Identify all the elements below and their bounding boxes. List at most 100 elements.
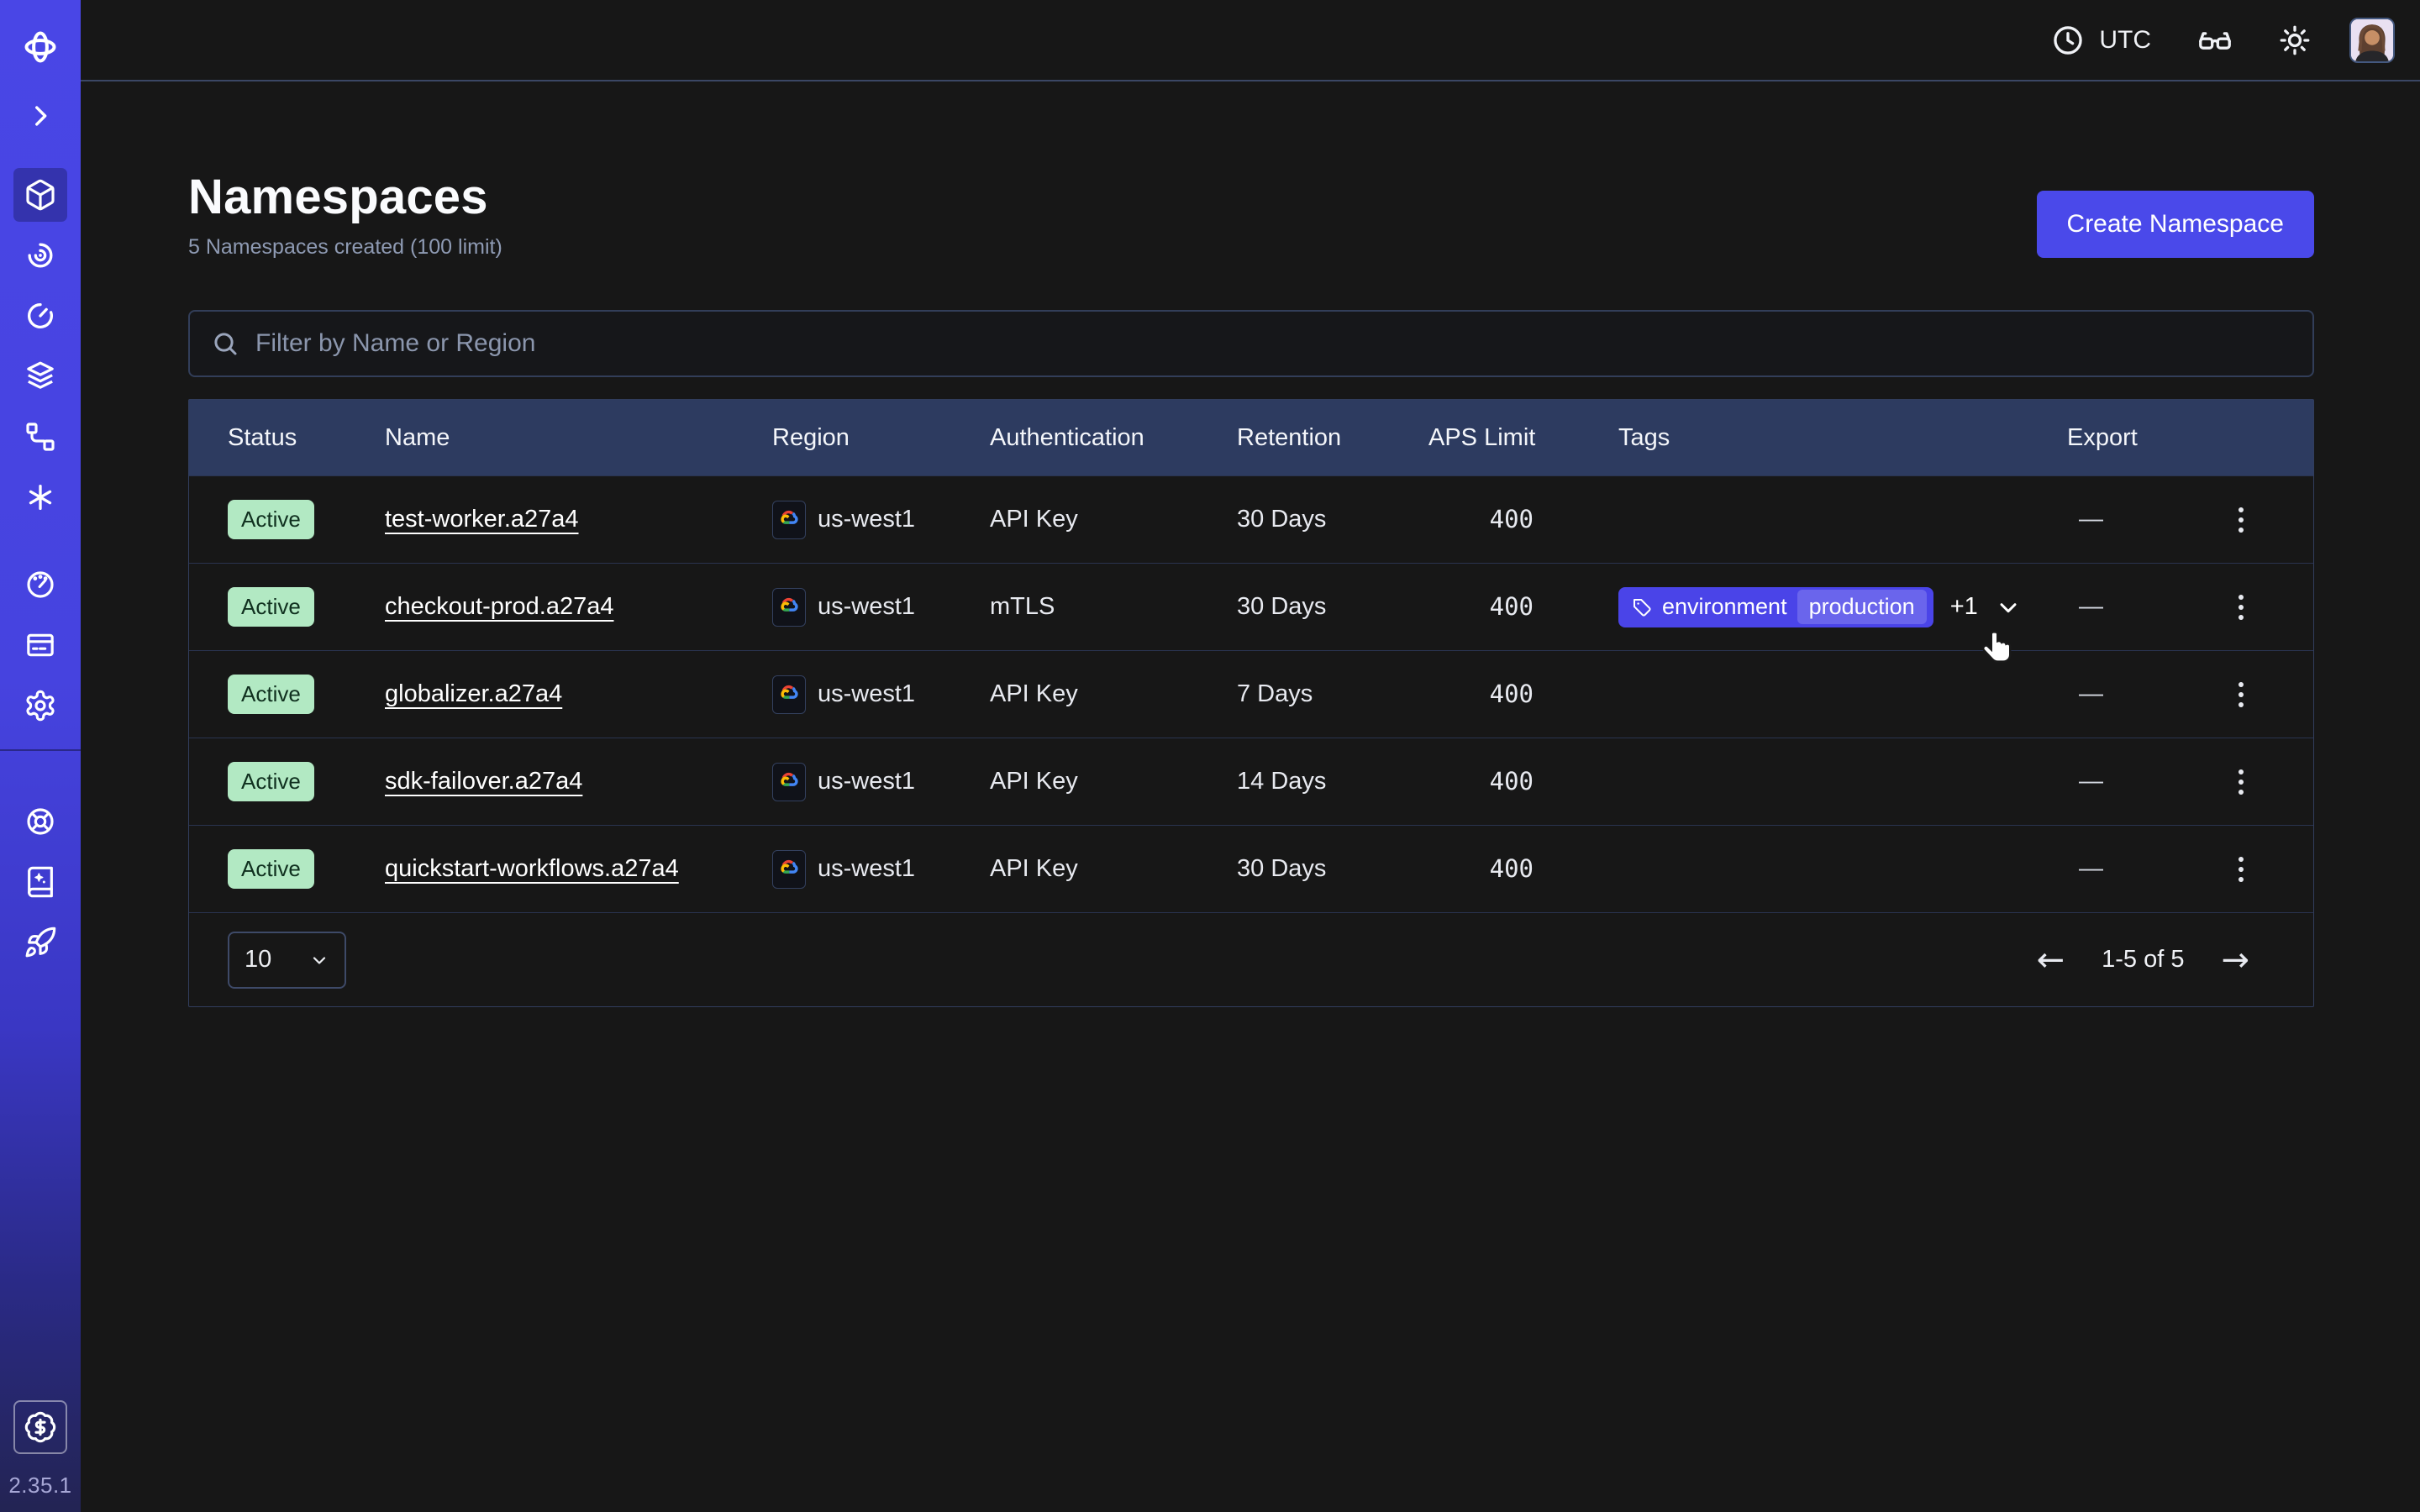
sidebar-bottom: 2.35.1 [8, 1400, 71, 1512]
aps-limit-value: 400 [1428, 592, 1534, 621]
export-value: — [2067, 680, 2103, 707]
aps-limit-value: 400 [1428, 505, 1534, 533]
google-cloud-icon [772, 763, 806, 801]
sidebar-item-settings[interactable] [13, 679, 67, 732]
row-menu-button[interactable] [2223, 671, 2260, 718]
table-row: Active sdk-failover.a27a4 us-west1 API K… [189, 738, 2313, 825]
row-menu-button[interactable] [2223, 496, 2260, 543]
region-label: us-west1 [818, 855, 915, 883]
region-label: us-west1 [818, 680, 915, 708]
search-icon [210, 328, 240, 359]
sidebar-item-nexus[interactable] [13, 410, 67, 464]
sidebar-item-support[interactable] [13, 795, 67, 848]
sun-icon [2277, 23, 2312, 58]
timezone-selector[interactable]: UTC [2050, 23, 2151, 58]
region-label: us-west1 [818, 593, 915, 621]
search-input[interactable] [255, 329, 2292, 358]
cube-icon [24, 178, 57, 212]
row-menu-button[interactable] [2223, 584, 2260, 631]
sidebar-item-workflows[interactable] [13, 228, 67, 282]
pagination-range: 1-5 of 5 [2102, 946, 2184, 974]
timer-icon [24, 299, 57, 333]
timezone-label: UTC [2099, 26, 2151, 55]
tag-chip[interactable]: environment production [1618, 587, 1933, 627]
table-row: Active test-worker.a27a4 us-west1 API Ke… [189, 475, 2313, 563]
previous-page-button[interactable]: ← [2037, 943, 2065, 977]
labs-toggle-button[interactable] [2196, 22, 2233, 59]
chevron-down-icon [1995, 594, 2022, 621]
namespace-link[interactable]: quickstart-workflows.a27a4 [385, 855, 679, 882]
namespace-link[interactable]: checkout-prod.a27a4 [385, 593, 613, 620]
auth-method: API Key [990, 855, 1237, 883]
tag-icon [1632, 597, 1652, 617]
aps-limit-value: 400 [1428, 767, 1534, 795]
gauge-icon [24, 568, 57, 601]
sidebar-nav [13, 168, 67, 732]
table-row: Active checkout-prod.a27a4 us-west1 mTLS… [189, 563, 2313, 650]
column-header-aps-limit: APS Limit [1428, 424, 1618, 452]
column-header-retention: Retention [1237, 424, 1428, 452]
column-header-region: Region [772, 424, 990, 452]
column-header-tags: Tags [1618, 424, 2067, 452]
app-version: 2.35.1 [8, 1473, 71, 1499]
sidebar-item-batch-operations[interactable] [13, 470, 67, 524]
sidebar-item-schedules[interactable] [13, 289, 67, 343]
main-content: Namespaces 5 Namespaces created (100 lim… [188, 81, 2314, 1007]
layers-icon [24, 360, 57, 393]
sidebar-item-namespaces[interactable] [13, 168, 67, 222]
book-sparkles-icon [24, 865, 57, 899]
retention-value: 30 Days [1237, 593, 1428, 621]
table-footer: 10 ← 1-5 of 5 → [189, 912, 2313, 1006]
tag-key: environment [1662, 594, 1787, 620]
namespace-count: 5 Namespaces created (100 limit) [188, 235, 502, 260]
sidebar-item-billing[interactable] [13, 618, 67, 672]
row-menu-button[interactable] [2223, 846, 2260, 893]
tags-expand-button[interactable] [1995, 594, 2022, 621]
export-value: — [2067, 593, 2103, 620]
auth-method: API Key [990, 506, 1237, 533]
page-title: Namespaces [188, 169, 502, 225]
gear-icon [24, 689, 57, 722]
avatar[interactable] [2349, 18, 2395, 63]
spiral-icon [24, 239, 57, 272]
aps-limit-value: 400 [1428, 854, 1534, 883]
theme-toggle-button[interactable] [2277, 23, 2312, 58]
badge-dollar-icon [24, 1410, 57, 1444]
column-header-authentication: Authentication [990, 424, 1237, 452]
google-cloud-icon [772, 850, 806, 889]
column-header-export: Export [2067, 424, 2223, 452]
filter-searchbox[interactable] [188, 310, 2314, 377]
retention-value: 30 Days [1237, 506, 1428, 533]
retention-value: 7 Days [1237, 680, 1428, 708]
sidebar-item-docs[interactable] [13, 855, 67, 909]
page-size-select[interactable]: 10 [228, 932, 346, 989]
topbar: UTC [81, 0, 2420, 81]
rocket-icon [24, 926, 57, 959]
clock-icon [2050, 23, 2086, 58]
tag-value: production [1797, 590, 1927, 624]
region-label: us-west1 [818, 506, 915, 533]
column-header-status: Status [228, 424, 385, 452]
sidebar-expand-button[interactable] [20, 96, 60, 136]
status-badge: Active [228, 500, 314, 539]
row-menu-button[interactable] [2223, 759, 2260, 806]
pricing-button[interactable] [13, 1400, 67, 1454]
table-row: Active globalizer.a27a4 us-west1 API Key… [189, 650, 2313, 738]
namespace-link[interactable]: globalizer.a27a4 [385, 680, 562, 707]
next-page-button[interactable]: → [2221, 943, 2249, 977]
sidebar-item-deployments[interactable] [13, 349, 67, 403]
sidebar-item-usage[interactable] [13, 558, 67, 612]
auth-method: mTLS [990, 593, 1237, 621]
table-header-row: Status Name Region Authentication Retent… [189, 400, 2313, 475]
page-header: Namespaces 5 Namespaces created (100 lim… [188, 81, 2314, 260]
retention-value: 14 Days [1237, 768, 1428, 795]
create-namespace-button[interactable]: Create Namespace [2037, 191, 2314, 258]
tags-more-count: +1 [1950, 593, 1978, 621]
export-value: — [2067, 506, 2103, 533]
namespace-link[interactable]: test-worker.a27a4 [385, 506, 579, 533]
sidebar-item-getting-started[interactable] [13, 916, 67, 969]
billing-card-icon [24, 628, 57, 662]
namespaces-table: Status Name Region Authentication Retent… [188, 399, 2314, 1007]
status-badge: Active [228, 849, 314, 889]
namespace-link[interactable]: sdk-failover.a27a4 [385, 768, 582, 795]
